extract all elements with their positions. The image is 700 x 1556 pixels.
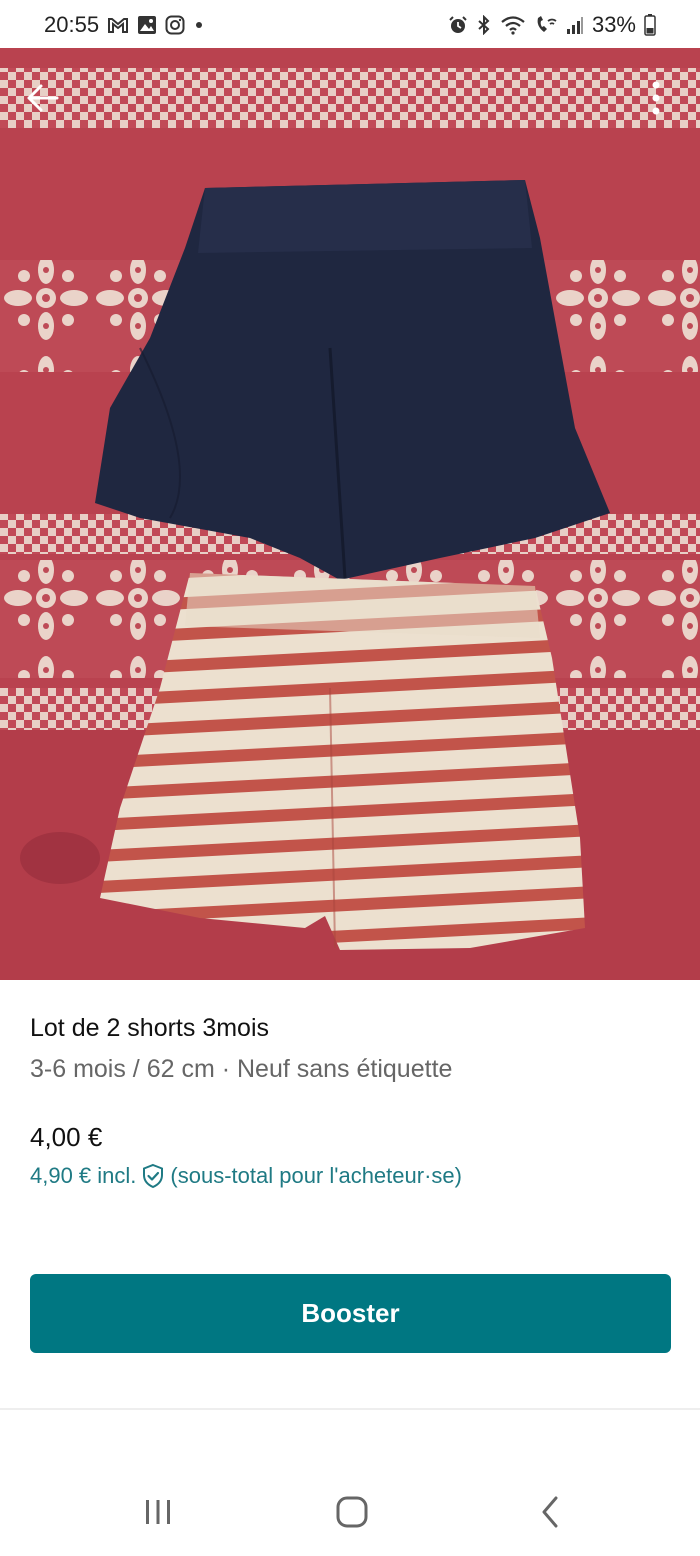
battery-percent: 33% [591,12,636,37]
battery-icon [644,14,656,36]
recent-apps-icon [146,1500,170,1524]
system-nav-bar [0,1466,700,1556]
divider [0,1408,700,1410]
photo-scene [0,48,700,980]
more-vertical-icon [652,81,660,115]
status-time: 20:55 [44,12,100,37]
status-bar-right: 33% [448,12,656,38]
status-bar: 20:55 33% [0,0,700,50]
dot-icon [193,19,205,31]
wifi-call-icon [534,15,558,35]
back-button[interactable] [14,70,70,126]
home-icon [336,1496,368,1528]
buyer-price-value: 4,90 € incl. [30,1163,137,1188]
listing-subtitle: 3-6 mois / 62 cm · Neuf sans étiquette [30,1055,453,1083]
alarm-icon [448,15,468,35]
recent-apps-button[interactable] [128,1488,188,1536]
status-bar-left: 20:55 [44,12,205,38]
listing-title: Lot de 2 shorts 3mois [30,1014,270,1042]
buyer-price-link[interactable]: 4,90 € incl. (sous-total pour l'acheteur… [30,1163,462,1189]
wifi-icon [500,15,526,35]
listing-photo[interactable] [0,48,700,980]
gallery-icon [137,15,157,35]
back-nav-button[interactable] [520,1488,580,1536]
shield-check-icon [140,1163,166,1189]
home-button[interactable] [322,1488,382,1536]
bluetooth-icon [476,15,492,35]
buyer-price-note: (sous-total pour l'acheteur·se) [170,1163,462,1188]
more-options-button[interactable] [628,70,684,126]
gmail-icon [107,16,129,34]
instagram-icon [165,15,185,35]
booster-button[interactable]: Booster [30,1274,671,1353]
back-arrow-icon [27,84,59,112]
listing-price: 4,00 € [30,1122,103,1152]
signal-icon [566,15,584,35]
chevron-left-icon [542,1496,558,1528]
